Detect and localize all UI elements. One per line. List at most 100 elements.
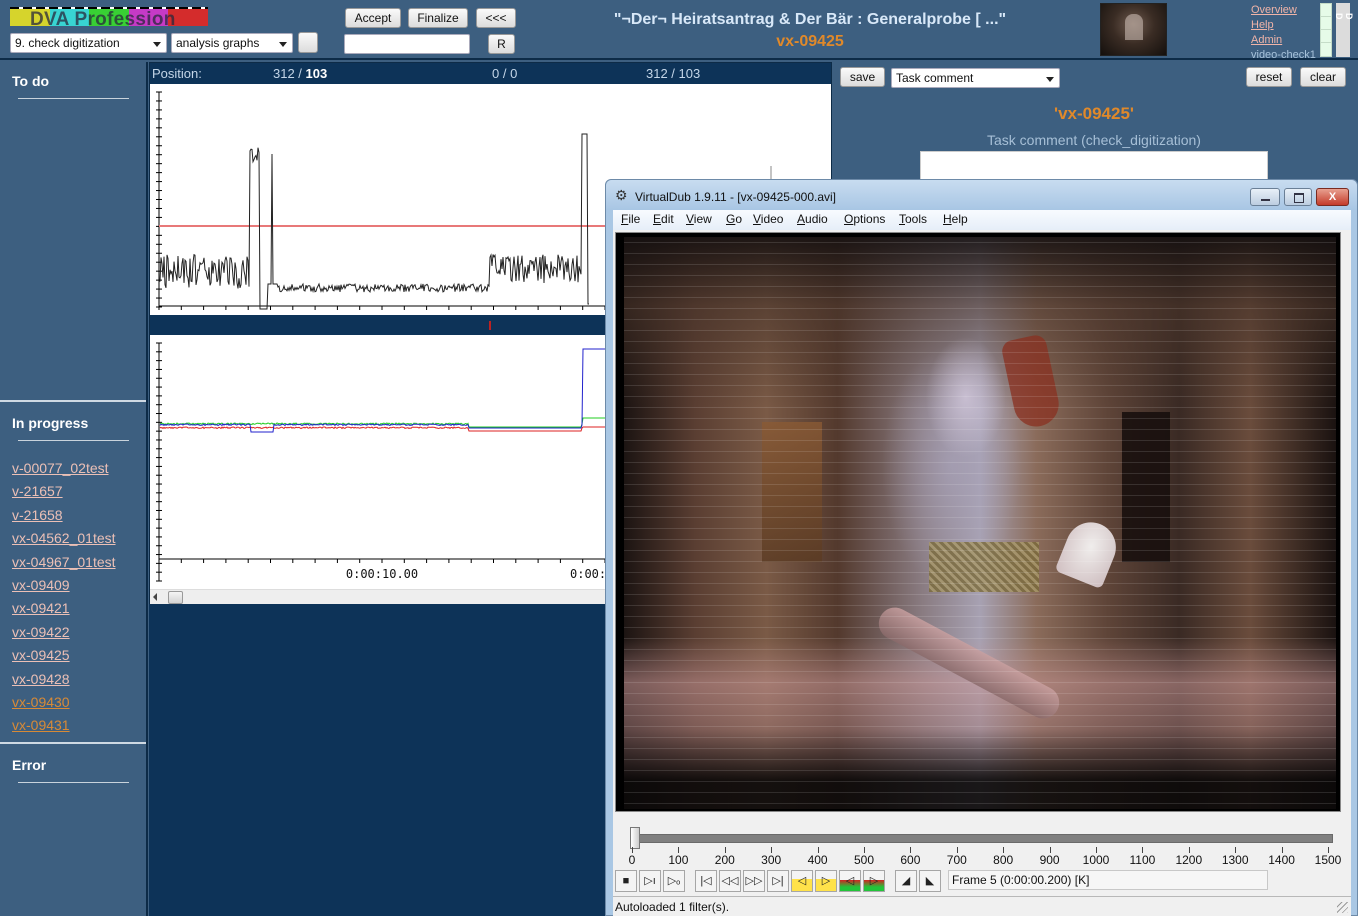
comment-field-label: Task comment (check_digitization) bbox=[987, 132, 1201, 148]
resize-grip-icon[interactable] bbox=[1337, 902, 1348, 913]
menu-options[interactable]: Options bbox=[844, 212, 885, 226]
virtualdub-window: ⚙ VirtualDub 1.9.11 - [vx-09425-000.avi]… bbox=[605, 179, 1358, 916]
record-link[interactable]: vx-09430 bbox=[12, 691, 116, 714]
window-title: VirtualDub 1.9.11 - [vx-09425-000.avi] bbox=[635, 190, 837, 204]
section-in-progress: In progress v-00077_02test v-21657 v-21658… bbox=[0, 404, 146, 744]
menu-video[interactable]: Video bbox=[753, 212, 783, 226]
menu-go[interactable]: Go bbox=[726, 212, 742, 226]
section-title-todo: To do bbox=[12, 73, 50, 89]
next-scene-button[interactable]: ▷ bbox=[863, 870, 885, 892]
position-a: 312 / 103 bbox=[273, 66, 327, 81]
view-select[interactable]: analysis graphs bbox=[171, 33, 293, 53]
record-link[interactable]: v-21657 bbox=[12, 480, 116, 503]
scroll-left-icon[interactable] bbox=[153, 593, 157, 601]
record-link[interactable]: vx-09428 bbox=[12, 668, 116, 691]
record-link[interactable]: v-21658 bbox=[12, 504, 116, 527]
status-indicator-grey: D D bbox=[1334, 3, 1354, 57]
prev-keyframe-button[interactable]: ◁ bbox=[791, 870, 813, 892]
chevron-down-icon bbox=[153, 42, 161, 47]
record-link[interactable]: vx-09425 bbox=[12, 644, 116, 667]
comment-record-id: 'vx-09425' bbox=[1054, 104, 1134, 123]
section-title-in-progress: In progress bbox=[12, 415, 89, 431]
timeline-tick-label: 1100 bbox=[1129, 853, 1156, 867]
task-select[interactable]: 9. check digitization bbox=[10, 33, 167, 53]
go-start-button[interactable]: |◁ bbox=[695, 870, 717, 892]
in-progress-list: v-00077_02test v-21657 v-21658 vx-04562_01t… bbox=[12, 457, 116, 738]
record-link[interactable]: vx-09431 bbox=[12, 714, 116, 737]
menu-help[interactable]: Help bbox=[943, 212, 968, 226]
menu-view[interactable]: View bbox=[686, 212, 712, 226]
thumbnail-detail bbox=[1125, 14, 1143, 40]
header: DVA Profession 9. check digitization ana… bbox=[0, 0, 1358, 63]
stop-button[interactable]: ■ bbox=[615, 870, 637, 892]
page: DVA Profession 9. check digitization ana… bbox=[0, 0, 1358, 916]
search-input[interactable] bbox=[344, 34, 470, 54]
record-link[interactable]: vx-09409 bbox=[12, 574, 116, 597]
video-frame bbox=[624, 237, 1336, 809]
play-output-button[interactable]: ▷ₒ bbox=[663, 870, 685, 892]
finalize-button[interactable]: Finalize bbox=[408, 8, 468, 28]
save-button[interactable]: save bbox=[840, 67, 885, 87]
menu-audio[interactable]: Audio bbox=[797, 212, 828, 226]
mark-in-button[interactable]: ◢ bbox=[895, 870, 917, 892]
r-button[interactable]: R bbox=[488, 34, 515, 54]
timeline-tick-label: 900 bbox=[1039, 853, 1060, 867]
position-b: 0 / 0 bbox=[492, 66, 518, 81]
position-a-value: 312 / bbox=[273, 66, 306, 81]
record-link[interactable]: vx-04562_01test bbox=[12, 527, 116, 550]
section-error: Error bbox=[0, 746, 146, 916]
menu-edit[interactable]: Edit bbox=[653, 212, 674, 226]
username: video-check1 bbox=[1251, 49, 1316, 61]
blank-button[interactable] bbox=[298, 32, 318, 53]
window-client: 0 100 200 300 400 500 600 700 800 900 1000 1100 1200… bbox=[613, 230, 1351, 916]
admin-link[interactable]: Admin bbox=[1251, 33, 1316, 48]
menu-file[interactable]: File bbox=[621, 212, 640, 226]
timeline-tick-label: 300 bbox=[761, 853, 782, 867]
record-link[interactable]: vx-09421 bbox=[12, 597, 116, 620]
timeline-slider-thumb[interactable] bbox=[630, 827, 641, 849]
close-button[interactable]: X bbox=[1316, 188, 1349, 206]
record-link[interactable]: vx-04967_01test bbox=[12, 551, 116, 574]
window-titlebar[interactable]: ⚙ VirtualDub 1.9.11 - [vx-09425-000.avi]… bbox=[606, 180, 1357, 210]
record-link[interactable]: v-00077_02test bbox=[12, 457, 116, 480]
chevron-down-icon bbox=[1046, 77, 1054, 82]
overview-link[interactable]: Overview bbox=[1251, 3, 1316, 18]
go-end-button[interactable]: ▷| bbox=[767, 870, 789, 892]
back-button[interactable]: <<< bbox=[476, 8, 516, 28]
accept-button[interactable]: Accept bbox=[345, 8, 401, 28]
next-frame-button[interactable]: ▷▷ bbox=[743, 870, 765, 892]
frame-noise bbox=[624, 237, 1336, 809]
video-pane[interactable] bbox=[615, 232, 1341, 812]
chevron-down-icon bbox=[279, 42, 287, 47]
menu-bar: File Edit View Go Video Audio Options Tools Help bbox=[613, 210, 1351, 230]
play-input-button[interactable]: ▷ı bbox=[639, 870, 661, 892]
video-thumbnail[interactable] bbox=[1100, 3, 1167, 56]
timeline-tick-label: 1000 bbox=[1082, 853, 1110, 867]
time-label: 0:00: bbox=[570, 567, 606, 581]
maximize-button[interactable] bbox=[1284, 188, 1312, 206]
next-keyframe-button[interactable]: ▷ bbox=[815, 870, 837, 892]
prev-scene-button[interactable]: ◁ bbox=[839, 870, 861, 892]
section-todo: To do bbox=[0, 62, 146, 402]
comment-type-value: Task comment bbox=[896, 71, 974, 85]
reset-button[interactable]: reset bbox=[1246, 67, 1292, 87]
scroll-thumb[interactable] bbox=[168, 591, 183, 604]
close-icon: X bbox=[1328, 191, 1337, 203]
top-links: Overview Help Admin video-check1 bbox=[1251, 3, 1316, 63]
help-link[interactable]: Help bbox=[1251, 18, 1316, 33]
timeline-tick-label: 200 bbox=[714, 853, 735, 867]
prev-frame-button[interactable]: ◁◁ bbox=[719, 870, 741, 892]
mark-out-button[interactable]: ◣ bbox=[919, 870, 941, 892]
record-link[interactable]: vx-09422 bbox=[12, 621, 116, 644]
clear-button[interactable]: clear bbox=[1300, 67, 1346, 87]
menu-tools[interactable]: Tools bbox=[899, 212, 927, 226]
position-a-bold: 103 bbox=[305, 66, 328, 81]
minimize-button[interactable] bbox=[1250, 188, 1280, 206]
comment-type-select[interactable]: Task comment bbox=[891, 68, 1060, 88]
app-gear-icon: ⚙ bbox=[615, 187, 628, 203]
timeline-tick-label: 1500 bbox=[1314, 853, 1342, 867]
timeline-tick-label: 0 bbox=[628, 853, 636, 867]
divider bbox=[18, 98, 129, 99]
position-bar: Position: 312 / 103 0 / 0 312 / 103 bbox=[150, 63, 831, 84]
timeline-slider-track[interactable] bbox=[631, 834, 1333, 843]
